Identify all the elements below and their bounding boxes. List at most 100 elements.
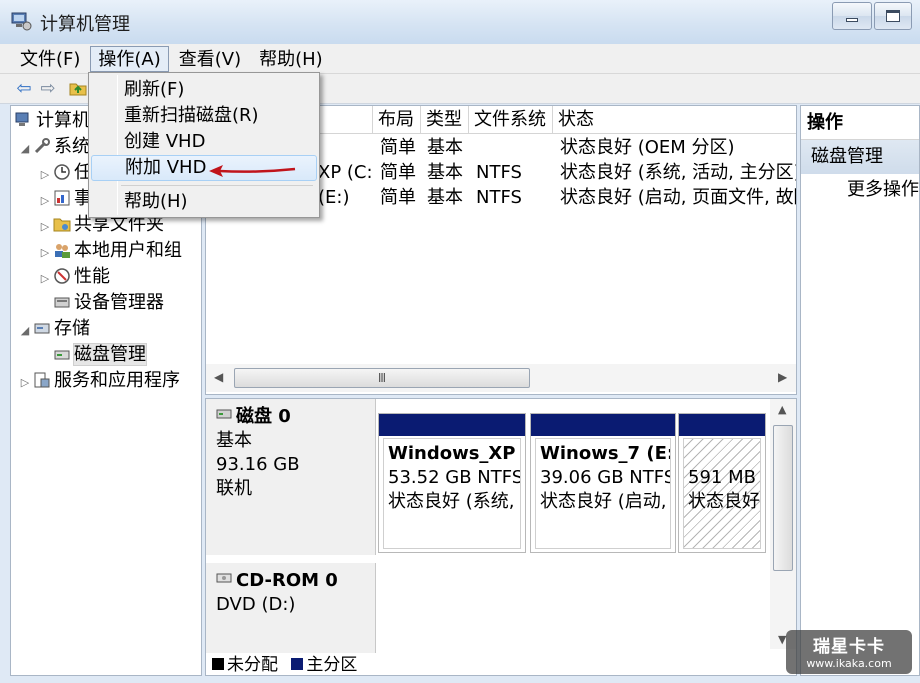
disk-0-info[interactable]: 磁盘 0 基本 93.16 GB 联机 [206, 399, 376, 555]
users-icon [55, 244, 70, 258]
collapsed-arrow-icon[interactable]: ▷ [17, 370, 33, 396]
menu-bar: 文件(F) 操作(A) 查看(V) 帮助(H) [0, 44, 920, 74]
scrollbar-thumb[interactable]: Ⅲ [234, 368, 530, 388]
cdrom-0-info[interactable]: CD-ROM 0 DVD (D:) [206, 563, 376, 653]
partition-type-bar [679, 414, 765, 436]
menu-action[interactable]: 操作(A) [90, 45, 169, 72]
forward-arrow-icon[interactable]: ⇨ [38, 79, 58, 99]
collapsed-arrow-icon[interactable]: ▷ [37, 240, 53, 266]
partition-title: Windows_XP ( [388, 443, 521, 464]
disk-graphical-view: 磁盘 0 基本 93.16 GB 联机 Windows_XP ( 53.52 G… [205, 398, 797, 676]
window-title: 计算机管理 [40, 14, 130, 35]
tree-label: 本地用户和组 [74, 240, 182, 261]
collapsed-arrow-icon[interactable]: ▷ [37, 162, 53, 188]
tree-item-performance[interactable]: ▷ 性能 [37, 264, 110, 290]
actions-header: 操作 [801, 106, 919, 140]
legend-primary: 主分区 [306, 655, 358, 675]
tree-item-event-viewer[interactable]: ▷ 事 [37, 186, 92, 212]
cell-type: 基本 [427, 187, 463, 208]
action-menu-dropdown: 刷新(F) 重新扫描磁盘(R) 创建 VHD 附加 VHD 帮助(H) [88, 72, 320, 218]
cell-volume: XP (C:) [318, 162, 373, 183]
minimize-button[interactable] [832, 2, 872, 30]
menu-file[interactable]: 文件(F) [12, 46, 88, 72]
partition-oem[interactable]: 591 MB 状态良好 [678, 413, 766, 553]
menu-item-rescan-disks[interactable]: 重新扫描磁盘(R) [91, 103, 317, 129]
collapsed-arrow-icon[interactable]: ▷ [37, 214, 53, 240]
cdrom-icon [216, 573, 232, 583]
disk-management-icon [54, 350, 70, 360]
tree-item-disk-management[interactable]: 磁盘管理 [53, 342, 147, 368]
scrollbar-thumb[interactable] [773, 425, 793, 571]
vertical-scrollbar[interactable]: ▲ ▼ [770, 399, 796, 649]
partition-status: 状态良好 (系统, 活 [388, 491, 520, 512]
clock-icon [54, 164, 70, 180]
disk-icon [216, 409, 232, 419]
disk-name-label: 磁盘 0 [236, 406, 291, 427]
tree-item-local-users[interactable]: ▷ 本地用户和组 [37, 238, 182, 264]
watermark-logo: 瑞星卡卡 www.ikaka.com [786, 630, 912, 674]
column-header-status[interactable]: 状态 [553, 106, 796, 134]
scroll-left-icon[interactable]: ◀ [214, 370, 223, 384]
maximize-button[interactable] [874, 2, 912, 30]
tree-item-task-scheduler[interactable]: ▷ 任 [37, 160, 92, 186]
minimize-icon [846, 18, 858, 22]
disk-type: 基本 [216, 430, 252, 451]
computer-management-icon [11, 12, 32, 31]
folder-up-icon[interactable] [68, 79, 88, 99]
disk-size: 93.16 GB [216, 454, 300, 475]
tree-label: 服务和应用程序 [54, 370, 180, 391]
tree-label: 系统 [54, 136, 90, 157]
partition-windows-xp[interactable]: Windows_XP ( 53.52 GB NTFS 状态良好 (系统, 活 [378, 413, 526, 553]
expanded-arrow-icon[interactable]: ◢ [17, 318, 33, 344]
cell-layout: 简单 [380, 137, 416, 158]
menu-item-create-vhd[interactable]: 创建 VHD [91, 129, 317, 155]
maximize-icon [886, 10, 900, 22]
column-header-layout[interactable]: 布局 [373, 106, 421, 134]
legend: 未分配 主分区 [206, 653, 766, 675]
title-bar: 计算机管理 [0, 0, 920, 44]
menu-item-help[interactable]: 帮助(H) [91, 189, 317, 215]
tree-item-system-tools[interactable]: ◢ 系统 [17, 134, 90, 160]
cell-filesystem: NTFS [476, 187, 522, 208]
menu-item-refresh[interactable]: 刷新(F) [91, 77, 317, 103]
partition-type-bar [379, 414, 525, 436]
cell-status: 状态良好 (OEM 分区) [560, 137, 735, 158]
back-arrow-icon[interactable]: ⇦ [14, 79, 34, 99]
partition-title [688, 442, 760, 466]
column-header-type[interactable]: 类型 [421, 106, 469, 134]
scroll-right-icon[interactable]: ▶ [778, 370, 787, 384]
computer-management-icon [15, 112, 29, 126]
tree-item-services-apps[interactable]: ▷ 服务和应用程序 [17, 368, 180, 394]
tree-item-storage[interactable]: ◢ 存储 [17, 316, 90, 342]
scroll-up-icon[interactable]: ▲ [778, 403, 786, 416]
cell-type: 基本 [427, 137, 463, 158]
actions-section-disk-management[interactable]: 磁盘管理 [801, 140, 919, 174]
legend-swatch-unallocated [212, 658, 224, 670]
menu-view[interactable]: 查看(V) [171, 46, 249, 72]
collapsed-arrow-icon[interactable]: ▷ [37, 266, 53, 292]
tree-item-computer[interactable]: 计算机 [15, 108, 90, 134]
column-header-filesystem[interactable]: 文件系统 [469, 106, 553, 134]
legend-swatch-primary [291, 658, 304, 670]
disk-0-name: 磁盘 0 [216, 405, 375, 429]
horizontal-scrollbar[interactable]: ◀ Ⅲ ▶ [206, 364, 796, 392]
cell-filesystem: NTFS [476, 162, 522, 183]
shared-folder-icon [53, 218, 71, 232]
menu-help[interactable]: 帮助(H) [251, 46, 331, 72]
partition-winows-7[interactable]: Winows_7 (E:) 39.06 GB NTFS 状态良好 (启动, 页 [530, 413, 676, 553]
partition-body: Windows_XP ( 53.52 GB NTFS 状态良好 (系统, 活 [383, 438, 521, 549]
cell-status: 状态良好 (启动, 页面文件, 故障 [560, 187, 796, 208]
cell-type: 基本 [427, 162, 463, 183]
tree-item-device-manager[interactable]: 设备管理器 [53, 290, 164, 316]
tree-label: 存储 [54, 318, 90, 339]
cell-layout: 简单 [380, 162, 416, 183]
collapsed-arrow-icon[interactable]: ▷ [37, 188, 53, 214]
partition-status: 状态良好 (启动, 页 [540, 491, 670, 512]
cdrom-name-label: CD-ROM 0 [236, 570, 338, 591]
services-icon [34, 372, 50, 388]
actions-pane: 操作 磁盘管理 更多操作 [800, 105, 920, 676]
expanded-arrow-icon[interactable]: ◢ [17, 136, 33, 162]
more-actions-link[interactable]: 更多操作 [801, 174, 919, 206]
cell-layout: 简单 [380, 187, 416, 208]
partition-title: Winows_7 (E:) [540, 443, 671, 464]
